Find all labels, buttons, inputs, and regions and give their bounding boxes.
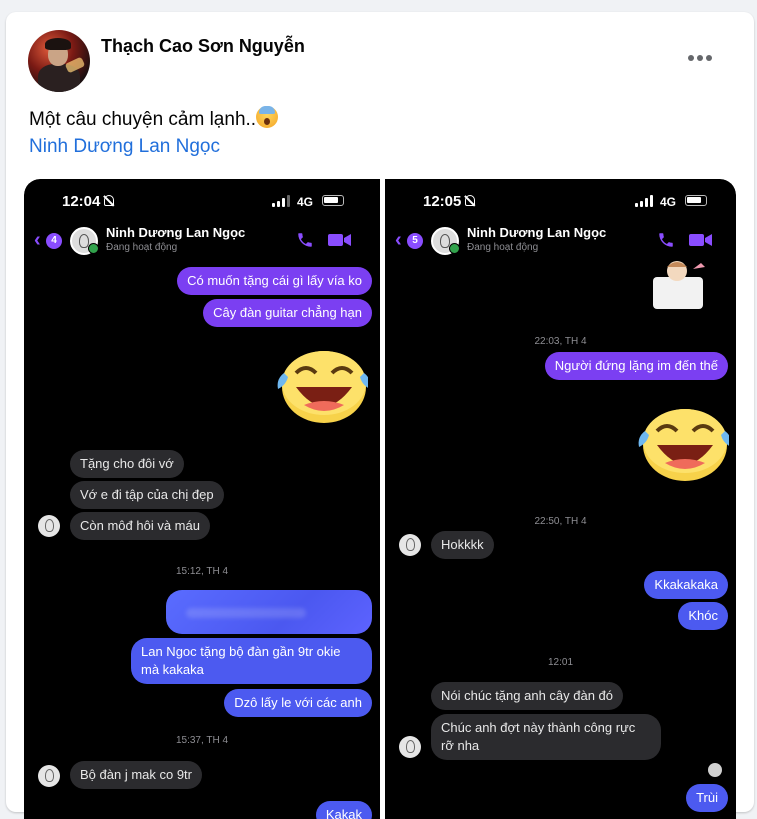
message-outgoing[interactable]: Người đứng lặng im đến thế — [544, 352, 728, 380]
phone-call-icon[interactable] — [657, 231, 675, 249]
status-bar: 12:04 4G — [24, 191, 380, 211]
mute-bell-icon — [465, 195, 475, 206]
sender-avatar — [38, 515, 60, 537]
chat-header: ‹ 5 Ninh Dương Lan Ngọc Đang hoạt động — [385, 223, 736, 259]
message-incoming[interactable]: Hokkkk — [431, 531, 494, 559]
message-outgoing[interactable]: Dzô lấy le với các anh — [224, 689, 372, 717]
author-name[interactable]: Thạch Cao Sơn Nguyễn — [101, 36, 305, 57]
message-outgoing[interactable]: Cây đàn guitar chẳng hạn — [203, 299, 372, 327]
message-line: mà kakaka — [141, 662, 204, 677]
post-text: Một câu chuyện cảm lạnh.. — [29, 106, 279, 131]
character-sticker[interactable] — [647, 259, 709, 309]
laughing-sticker[interactable] — [635, 401, 729, 481]
video-call-icon[interactable] — [328, 233, 352, 247]
status-time: 12:05 — [423, 193, 462, 210]
message-incoming[interactable]: Tặng cho đôi vớ — [70, 450, 184, 478]
message-incoming[interactable]: Nói chúc tặng anh cây đàn đó — [431, 682, 624, 710]
chat-header: ‹ 4 Ninh Dương Lan Ngọc Đang hoạt động — [24, 223, 380, 259]
message-outgoing[interactable]: Có muốn tặng cái gì lấy vía ko — [177, 267, 372, 295]
seen-avatar-icon — [708, 763, 722, 777]
unread-badge: 5 — [407, 233, 423, 249]
message-outgoing[interactable]: Trùi — [686, 784, 728, 812]
mute-bell-icon — [104, 195, 114, 206]
status-bar: 12:05 4G — [385, 191, 736, 211]
battery-icon — [685, 195, 707, 206]
message-outgoing[interactable]: Khóc — [678, 602, 728, 630]
author-avatar[interactable] — [28, 30, 90, 92]
message-outgoing[interactable]: Kkakakaka — [644, 571, 728, 599]
chat-timestamp: 22:50, TH 4 — [534, 516, 587, 527]
message-incoming[interactable]: Chúc anh đợt này thành công rực rỡ nha — [431, 714, 661, 760]
message-incoming[interactable]: Vớ e đi tập của chị đẹp — [70, 481, 224, 509]
message-incoming[interactable]: Còn môđ hôi và máu — [70, 512, 210, 540]
chat-timestamp: 12:01 — [547, 657, 574, 668]
message-outgoing[interactable]: Kakak — [315, 801, 372, 819]
network-type: 4G — [660, 195, 677, 209]
signal-icon — [272, 195, 290, 207]
contact-avatar[interactable] — [431, 227, 460, 255]
laughing-sticker[interactable] — [274, 343, 368, 423]
network-type: 4G — [297, 195, 314, 209]
back-chevron-icon[interactable]: ‹ — [34, 230, 41, 250]
post-caption: Một câu chuyện cảm lạnh.. — [29, 109, 257, 130]
post-card: Thạch Cao Sơn Nguyễn Một câu chuyện cảm … — [6, 12, 754, 819]
back-chevron-icon[interactable]: ‹ — [395, 230, 402, 250]
fearful-face-emoji-icon — [256, 106, 279, 128]
unread-badge: 4 — [46, 233, 62, 249]
signal-icon — [635, 195, 653, 207]
status-time: 12:04 — [62, 193, 101, 210]
sender-avatar — [399, 736, 421, 758]
message-incoming[interactable]: Bộ đàn j mak co 9tr — [70, 761, 202, 789]
contact-presence: Đang hoạt động — [467, 242, 539, 253]
video-call-icon[interactable] — [689, 233, 713, 247]
battery-icon — [322, 195, 344, 206]
blurred-message — [166, 590, 372, 634]
sender-avatar — [38, 765, 60, 787]
post-photo[interactable]: 12:04 4G ‹ 4 Ninh Dương Lan Ngọc Đang ho… — [24, 179, 736, 819]
chat-timestamp: 22:03, TH 4 — [534, 336, 587, 347]
contact-name[interactable]: Ninh Dương Lan Ngọc — [106, 225, 245, 240]
chat-timestamp: 15:12, TH 4 — [175, 566, 229, 577]
contact-presence: Đang hoạt động — [106, 242, 178, 253]
message-outgoing[interactable]: Lan Ngoc tặng bộ đàn gần 9tr okie mà kak… — [131, 638, 372, 684]
message-line: Lan Ngoc tặng bộ đàn gần 9tr okie — [141, 644, 341, 659]
phone-call-icon[interactable] — [296, 231, 314, 249]
sender-avatar — [399, 534, 421, 556]
tagged-user-link[interactable]: Ninh Dương Lan Ngọc — [29, 136, 220, 158]
chat-screenshot-left: 12:04 4G ‹ 4 Ninh Dương Lan Ngọc Đang ho… — [24, 179, 380, 819]
chat-screenshot-right: 12:05 4G ‹ 5 Ninh Dương Lan Ngọc Đang ho… — [385, 179, 736, 819]
chat-timestamp: 15:37, TH 4 — [175, 735, 229, 746]
contact-avatar[interactable] — [70, 227, 99, 255]
more-options-icon[interactable] — [682, 46, 718, 70]
contact-name[interactable]: Ninh Dương Lan Ngọc — [467, 225, 606, 240]
